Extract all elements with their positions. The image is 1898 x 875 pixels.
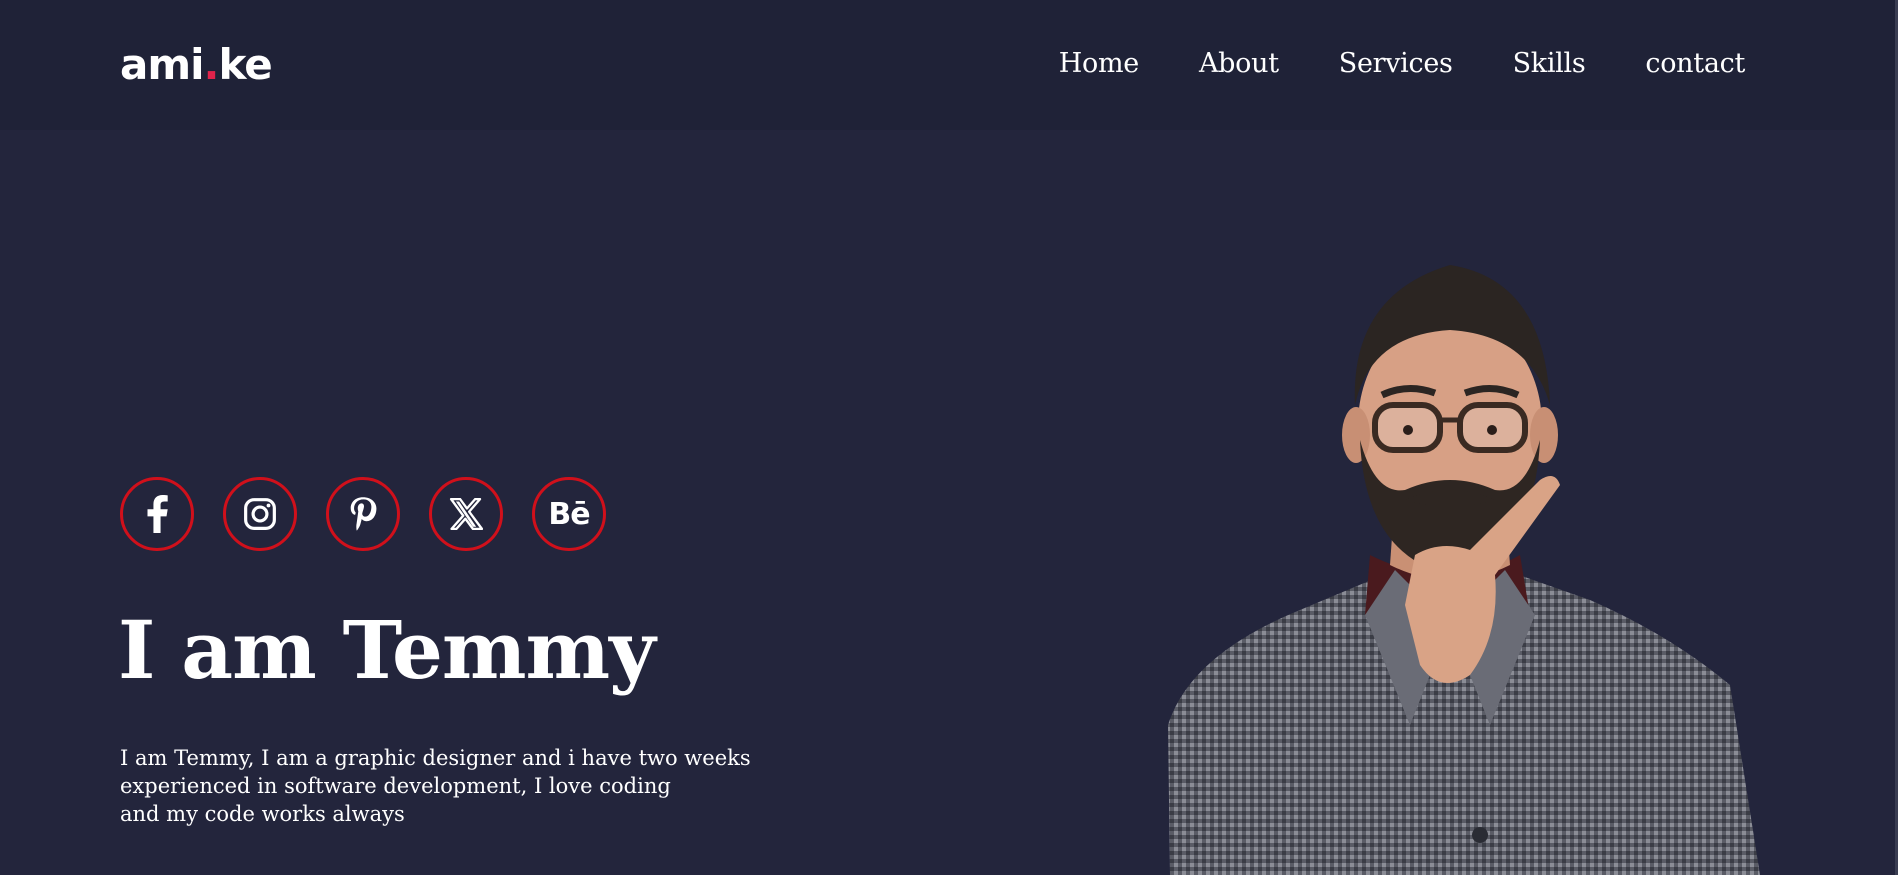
instagram-link[interactable] xyxy=(223,477,297,551)
hero-description: I am Temmy, I am a graphic designer and … xyxy=(120,746,751,826)
logo-text-right: ke xyxy=(218,40,272,89)
nav-services[interactable]: Services xyxy=(1339,44,1453,84)
behance-link[interactable]: Bē xyxy=(532,477,606,551)
page: ami.ke Home About Services Skills contac… xyxy=(0,0,1898,875)
facebook-link[interactable] xyxy=(120,477,194,551)
x-icon xyxy=(449,498,483,530)
nav-about[interactable]: About xyxy=(1199,44,1279,84)
instagram-icon xyxy=(244,498,276,530)
social-links: Bē xyxy=(120,477,606,551)
logo[interactable]: ami.ke xyxy=(120,40,273,90)
pinterest-link[interactable] xyxy=(326,477,400,551)
logo-dot: . xyxy=(203,40,220,89)
nav-skills[interactable]: Skills xyxy=(1513,44,1586,84)
x-link[interactable] xyxy=(429,477,503,551)
logo-text-left: ami xyxy=(120,40,205,89)
nav-contact[interactable]: contact xyxy=(1645,44,1745,84)
main-nav: Home About Services Skills contact xyxy=(1059,44,1746,84)
portrait-image xyxy=(1168,265,1760,875)
site-header: ami.ke Home About Services Skills contac… xyxy=(0,0,1895,130)
hero-title: I am Temmy xyxy=(118,603,656,697)
nav-home[interactable]: Home xyxy=(1059,44,1139,84)
pinterest-icon xyxy=(350,497,377,531)
facebook-icon xyxy=(147,495,168,533)
behance-icon: Bē xyxy=(548,496,590,532)
